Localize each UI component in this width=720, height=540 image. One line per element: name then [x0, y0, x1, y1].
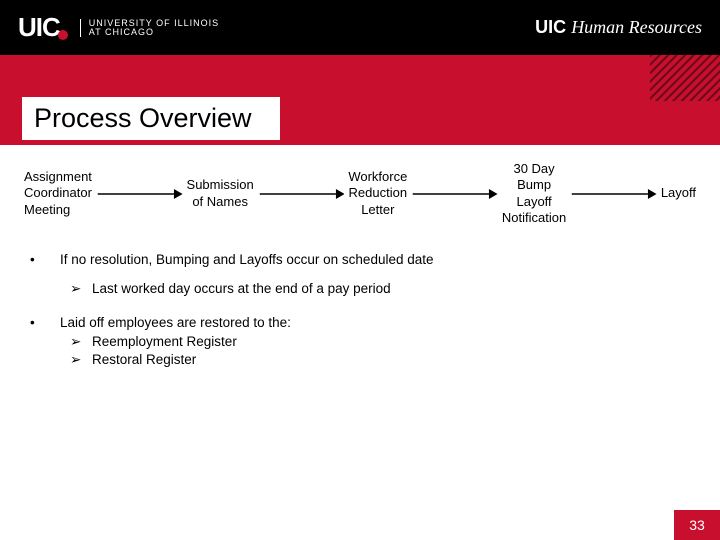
process-flow: Assignment Coordinator Meeting Submissio… — [24, 161, 696, 226]
triangle-marker-icon: ➢ — [70, 281, 92, 297]
uic-logo-dot-icon — [58, 30, 68, 40]
header-right-italic: Human Resources — [571, 17, 702, 37]
uic-logo-mark: UIC — [18, 12, 72, 43]
flow-step-workforce: Workforce Reduction Letter — [348, 169, 407, 218]
triangle-marker-icon: ➢ — [70, 352, 92, 368]
content-area: Assignment Coordinator Meeting Submissio… — [0, 145, 720, 368]
flow-step-layoff: Layoff — [661, 185, 696, 201]
bullet-list: • If no resolution, Bumping and Layoffs … — [24, 252, 696, 368]
arrow-icon — [254, 187, 349, 201]
sub-bullet-text: Last worked day occurs at the end of a p… — [92, 281, 391, 297]
bullet-2-text: Laid off employees are restored to the: — [60, 315, 696, 330]
uic-logo-subtext: UNIVERSITY OF ILLINOIS AT CHICAGO — [80, 19, 219, 37]
flow-step-notification: 30 Day Bump Layoff Notification — [502, 161, 566, 226]
sub-bullet-text: Reemployment Register — [92, 334, 237, 350]
bullet-2-sublist: ➢ Reemployment Register ➢ Restoral Regis… — [30, 334, 696, 368]
sub-bullet: ➢ Restoral Register — [70, 352, 696, 368]
sub-bullet: ➢ Reemployment Register — [70, 334, 696, 350]
bullet-marker-icon: • — [30, 252, 60, 267]
bullet-2: • Laid off employees are restored to the… — [30, 315, 696, 330]
header-bar: UIC UNIVERSITY OF ILLINOIS AT CHICAGO UI… — [0, 0, 720, 55]
flow-step-assignment: Assignment Coordinator Meeting — [24, 169, 92, 218]
header-right: UIC Human Resources — [535, 17, 702, 38]
bullet-1-sublist: ➢ Last worked day occurs at the end of a… — [30, 281, 696, 297]
bullet-marker-icon: • — [30, 315, 60, 330]
arrow-icon — [566, 187, 661, 201]
bullet-1: • If no resolution, Bumping and Layoffs … — [30, 252, 696, 267]
page-number: 33 — [674, 510, 720, 540]
sub-bullet-text: Restoral Register — [92, 352, 196, 368]
hatch-decoration-icon — [650, 55, 720, 101]
title-band: Process Overview — [0, 55, 720, 145]
sub-bullet: ➢ Last worked day occurs at the end of a… — [70, 281, 696, 297]
triangle-marker-icon: ➢ — [70, 334, 92, 350]
arrow-icon — [92, 187, 187, 201]
uic-logo-line2: AT CHICAGO — [89, 28, 219, 37]
uic-mark-text: UIC — [18, 12, 60, 42]
page-title: Process Overview — [22, 97, 280, 140]
bullet-1-text: If no resolution, Bumping and Layoffs oc… — [60, 252, 696, 267]
header-right-bold: UIC — [535, 17, 566, 37]
flow-step-submission: Submission of Names — [187, 177, 254, 210]
arrow-icon — [407, 187, 502, 201]
uic-logo: UIC UNIVERSITY OF ILLINOIS AT CHICAGO — [18, 12, 219, 43]
